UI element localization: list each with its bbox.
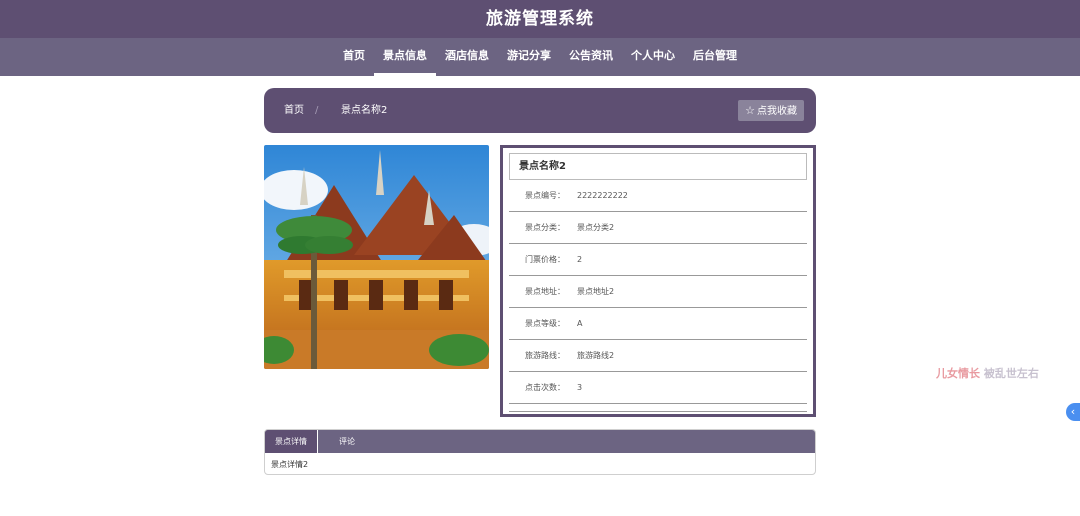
detail-row-clicks: 点击次数： 3 (509, 372, 807, 404)
tab-content: 景点详情2 (271, 460, 309, 469)
detail-row-category: 景点分类： 景点分类2 (509, 212, 807, 244)
detail-value: 2 (577, 255, 583, 264)
detail-label: 点击次数： (525, 383, 565, 392)
nav-item-announcements[interactable]: 公告资讯 (560, 38, 622, 76)
detail-value: A (577, 319, 583, 328)
divider (509, 411, 807, 412)
nav-item-attractions[interactable]: 景点信息 (374, 38, 436, 76)
detail-value: 2222222222 (577, 191, 628, 200)
chevron-left-icon: ‹ (1070, 405, 1076, 418)
detail-label: 旅游路线： (525, 351, 565, 360)
detail-label: 景点编号： (525, 191, 565, 200)
favorite-label: 点我收藏 (757, 106, 797, 117)
detail-label: 景点分类： (525, 223, 565, 232)
tab-bar: 景点详情 评论 (265, 430, 815, 453)
nav-item-profile[interactable]: 个人中心 (622, 38, 684, 76)
main-nav: 首页 景点信息 酒店信息 游记分享 公告资讯 个人中心 后台管理 (0, 38, 1080, 76)
header: 旅游管理系统 (0, 0, 1080, 38)
detail-label: 景点等级： (525, 319, 565, 328)
favorite-button[interactable]: ☆ 点我收藏 (738, 100, 804, 121)
breadcrumb: 首页 / 景点名称2 ☆ 点我收藏 (264, 88, 816, 133)
star-outline-icon: ☆ (745, 104, 755, 117)
nav-item-admin[interactable]: 后台管理 (684, 38, 746, 76)
nav-item-hotels[interactable]: 酒店信息 (436, 38, 498, 76)
watermark: 儿女情长 被乱世左右 (936, 365, 1039, 381)
tab-attraction-detail[interactable]: 景点详情 (265, 430, 318, 453)
breadcrumb-current: 景点名称2 (341, 105, 388, 116)
detail-label: 门票价格： (525, 255, 565, 264)
detail-label: 景点地址： (525, 287, 565, 296)
attraction-name: 景点名称2 (509, 153, 807, 180)
breadcrumb-separator: / (315, 105, 319, 116)
nav-item-home[interactable]: 首页 (334, 38, 374, 76)
detail-value: 旅游路线2 (577, 351, 615, 360)
nav-item-travelogues[interactable]: 游记分享 (498, 38, 560, 76)
temple-photo (264, 145, 489, 369)
detail-row-address: 景点地址： 景点地址2 (509, 276, 807, 308)
attraction-photo (264, 145, 489, 369)
side-toggle-button[interactable]: ‹ (1066, 403, 1080, 421)
watermark-text-faded: 被乱世左右 (980, 367, 1039, 380)
site-title: 旅游管理系统 (486, 9, 594, 29)
detail-row-price: 门票价格： 2 (509, 244, 807, 276)
tab-comments[interactable]: 评论 (327, 430, 367, 453)
detail-tabs: 景点详情 评论 景点详情2 (264, 429, 816, 475)
detail-row-grade: 景点等级： A (509, 308, 807, 340)
watermark-text: 儿女情长 (936, 367, 980, 380)
detail-value: 3 (577, 383, 583, 392)
detail-value: 景点分类2 (577, 223, 615, 232)
attraction-detail-card: 景点名称2 景点编号： 2222222222 景点分类： 景点分类2 门票价格：… (500, 145, 816, 417)
detail-value: 景点地址2 (577, 287, 615, 296)
detail-row-route: 旅游路线： 旅游路线2 (509, 340, 807, 372)
breadcrumb-home[interactable]: 首页 (284, 88, 304, 133)
detail-row-id: 景点编号： 2222222222 (509, 180, 807, 212)
